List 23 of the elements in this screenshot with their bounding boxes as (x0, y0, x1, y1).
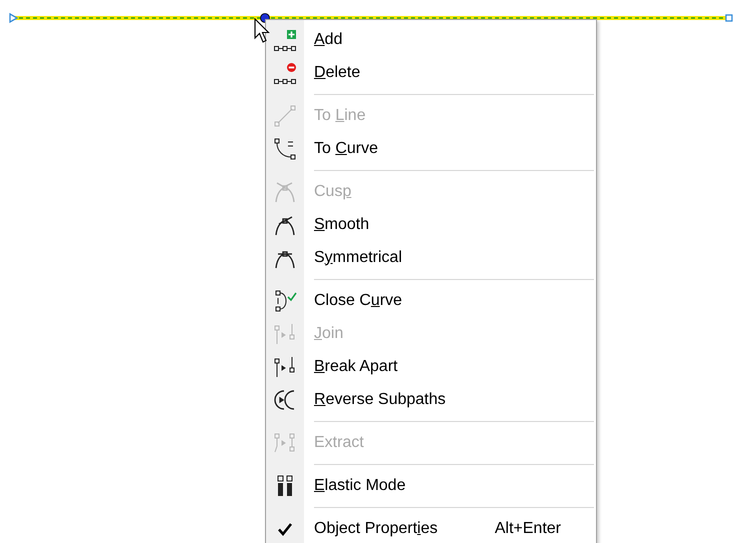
cusp-node-icon (273, 180, 297, 204)
menu-item[interactable]: Smooth (314, 216, 370, 234)
extract-subpath-icon (273, 430, 297, 454)
line-segment-icon (273, 104, 297, 128)
menu-item[interactable]: Elastic Mode (314, 476, 406, 494)
menu-item[interactable]: Object Properties (314, 520, 438, 538)
join-nodes-icon (273, 322, 297, 346)
menu-item[interactable]: Add (314, 30, 342, 48)
menu-item[interactable]: To Curve (314, 140, 378, 158)
reverse-subpaths-icon (273, 388, 297, 412)
delete-node-icon (273, 60, 297, 84)
add-node-icon (273, 28, 297, 52)
close-curve-icon (273, 288, 297, 312)
shortcut-text: Alt+Enter (494, 520, 561, 538)
break-apart-icon (273, 354, 297, 378)
curve-segment-icon (273, 136, 297, 160)
menu-item[interactable]: Close Curve (314, 292, 402, 310)
menu-item[interactable]: Reverse Subpaths (314, 390, 446, 408)
start-node-icon[interactable] (9, 12, 18, 24)
menu-item[interactable]: Symmetrical (314, 248, 402, 266)
menu-item[interactable]: Break Apart (314, 358, 398, 376)
menu-item[interactable]: Delete (314, 64, 360, 82)
end-node-icon[interactable] (725, 14, 733, 22)
